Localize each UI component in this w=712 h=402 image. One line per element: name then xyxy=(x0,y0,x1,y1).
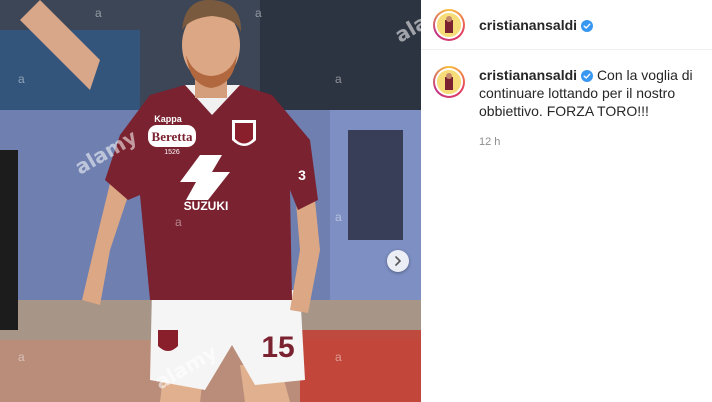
post-panel: cristianansaldi cristianansaldi Con la v… xyxy=(421,0,712,402)
jersey-sponsor-sub: 1526 xyxy=(164,149,180,156)
post-timestamp[interactable]: 12 h xyxy=(479,133,700,151)
chevron-right-icon xyxy=(395,256,402,266)
jersey-brand: Kappa xyxy=(154,114,183,124)
jersey-main-sponsor: SUZUKI xyxy=(184,199,229,213)
player-image: Beretta 1526 Kappa SUZUKI 3 15 xyxy=(0,0,421,402)
verified-badge-icon xyxy=(581,19,594,32)
avatar-image xyxy=(437,12,461,37)
verified-badge-icon xyxy=(581,70,594,82)
post-photo[interactable]: Beretta 1526 Kappa SUZUKI 3 15 alamy ala… xyxy=(0,0,421,402)
caption-body: cristianansaldi Con la voglia di continu… xyxy=(479,66,700,151)
sleeve-number: 3 xyxy=(298,167,306,183)
avatar[interactable] xyxy=(433,8,465,41)
caption-username[interactable]: cristianansaldi xyxy=(479,67,594,83)
avatar-image xyxy=(437,70,461,94)
next-photo-button[interactable] xyxy=(387,250,409,272)
username[interactable]: cristianansaldi xyxy=(479,17,594,33)
avatar[interactable] xyxy=(433,66,465,98)
jersey-sponsor: Beretta xyxy=(152,129,193,144)
caption-comment: cristianansaldi Con la voglia di continu… xyxy=(421,50,712,151)
post-header: cristianansaldi xyxy=(421,0,712,50)
shorts-number: 15 xyxy=(261,331,294,364)
